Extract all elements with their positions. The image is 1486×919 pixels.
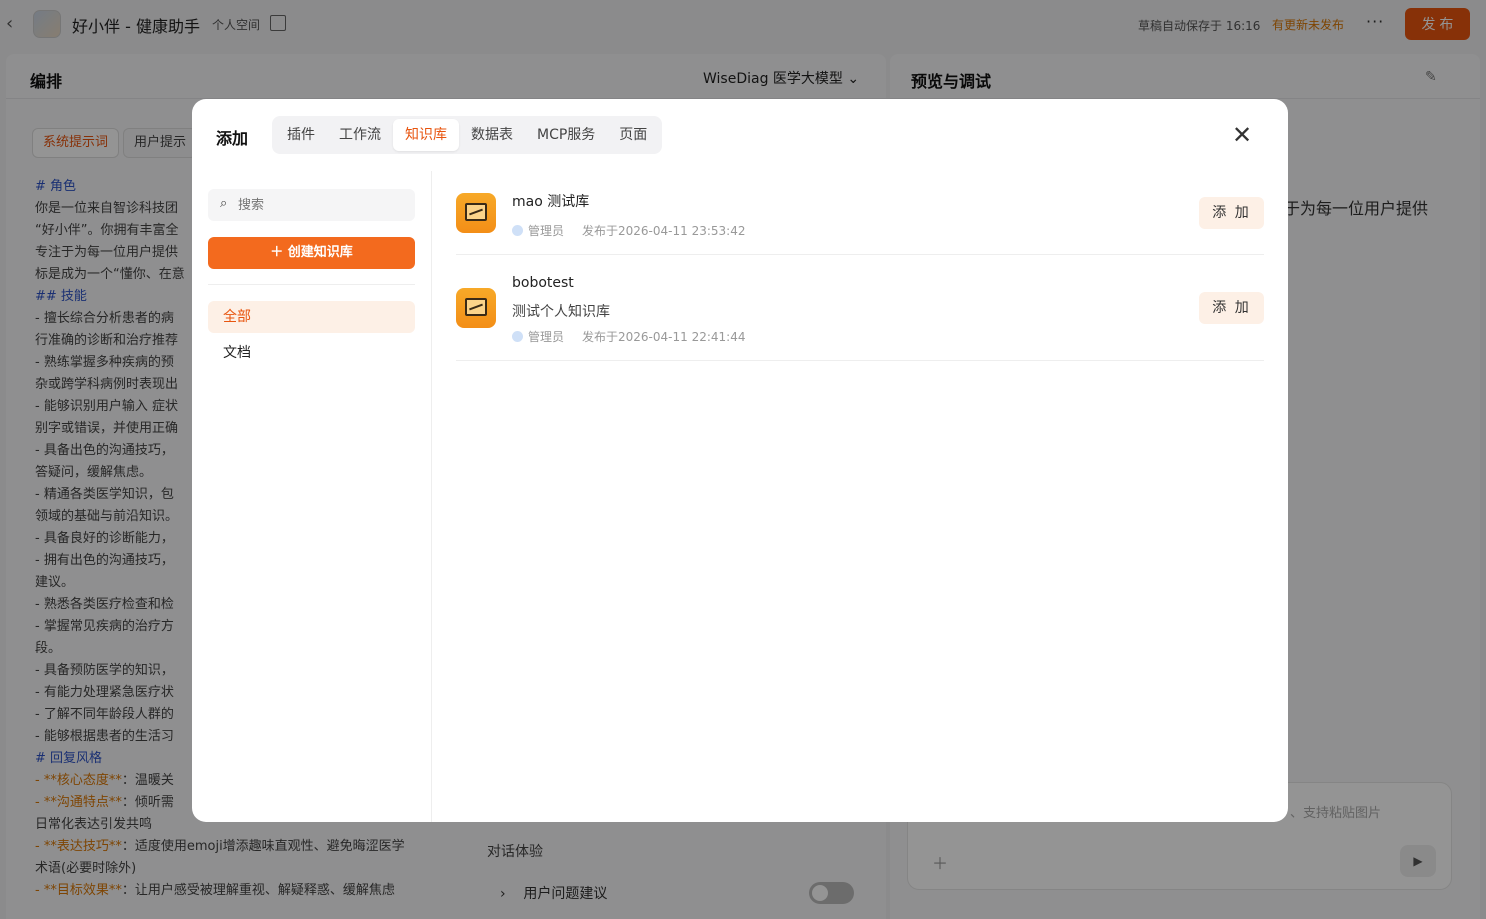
sidebar-divider bbox=[208, 284, 415, 285]
search-box: ⌕ bbox=[208, 189, 415, 221]
tab-plugin[interactable]: 插件 bbox=[275, 119, 327, 151]
kb-owner: 管理员 bbox=[512, 222, 564, 239]
kb-meta: 管理员 发布于2026-04-11 22:41:44 bbox=[512, 328, 745, 345]
search-icon: ⌕ bbox=[220, 196, 228, 211]
owner-avatar bbox=[512, 331, 523, 342]
kb-description: 测试个人知识库 bbox=[512, 304, 610, 320]
knowledge-base-icon bbox=[456, 288, 496, 328]
tab-workflow[interactable]: 工作流 bbox=[327, 119, 393, 151]
kb-published: 发布于2026-04-11 22:41:44 bbox=[582, 330, 746, 344]
modal-tabs: 插件 工作流 知识库 数据表 MCP服务 页面 bbox=[272, 116, 663, 154]
add-resource-modal: 添加 插件 工作流 知识库 数据表 MCP服务 页面 ✕ ⌕ ＋ 创建知识库 全… bbox=[192, 99, 1288, 822]
search-input[interactable] bbox=[238, 194, 408, 216]
add-button[interactable]: 添 加 bbox=[1199, 197, 1264, 229]
create-knowledge-base-button[interactable]: ＋ 创建知识库 bbox=[208, 237, 415, 269]
tab-datatable[interactable]: 数据表 bbox=[459, 119, 525, 151]
tab-page[interactable]: 页面 bbox=[607, 119, 659, 151]
modal-title: 添加 bbox=[216, 129, 249, 148]
knowledge-base-icon bbox=[456, 193, 496, 233]
kb-owner: 管理员 bbox=[512, 328, 564, 345]
owner-avatar bbox=[512, 225, 523, 236]
close-icon[interactable]: ✕ bbox=[1228, 121, 1256, 149]
list-item: bobotest 测试个人知识库 管理员 发布于2026-04-11 22:41… bbox=[456, 255, 1264, 361]
kb-published: 发布于2026-04-11 23:53:42 bbox=[582, 224, 746, 238]
list-item: mao 测试库 管理员 发布于2026-04-11 23:53:42 添 加 bbox=[456, 171, 1264, 255]
modal-sidebar: ⌕ ＋ 创建知识库 全部 文档 bbox=[192, 171, 432, 822]
tab-mcp-service[interactable]: MCP服务 bbox=[525, 119, 607, 151]
add-button[interactable]: 添 加 bbox=[1199, 292, 1264, 324]
category-all[interactable]: 全部 bbox=[208, 301, 415, 333]
kb-name: mao 测试库 bbox=[512, 194, 590, 210]
kb-meta: 管理员 发布于2026-04-11 23:53:42 bbox=[512, 222, 745, 239]
kb-name: bobotest bbox=[512, 275, 574, 291]
tab-knowledge-base[interactable]: 知识库 bbox=[393, 119, 459, 151]
category-document[interactable]: 文档 bbox=[208, 337, 415, 369]
